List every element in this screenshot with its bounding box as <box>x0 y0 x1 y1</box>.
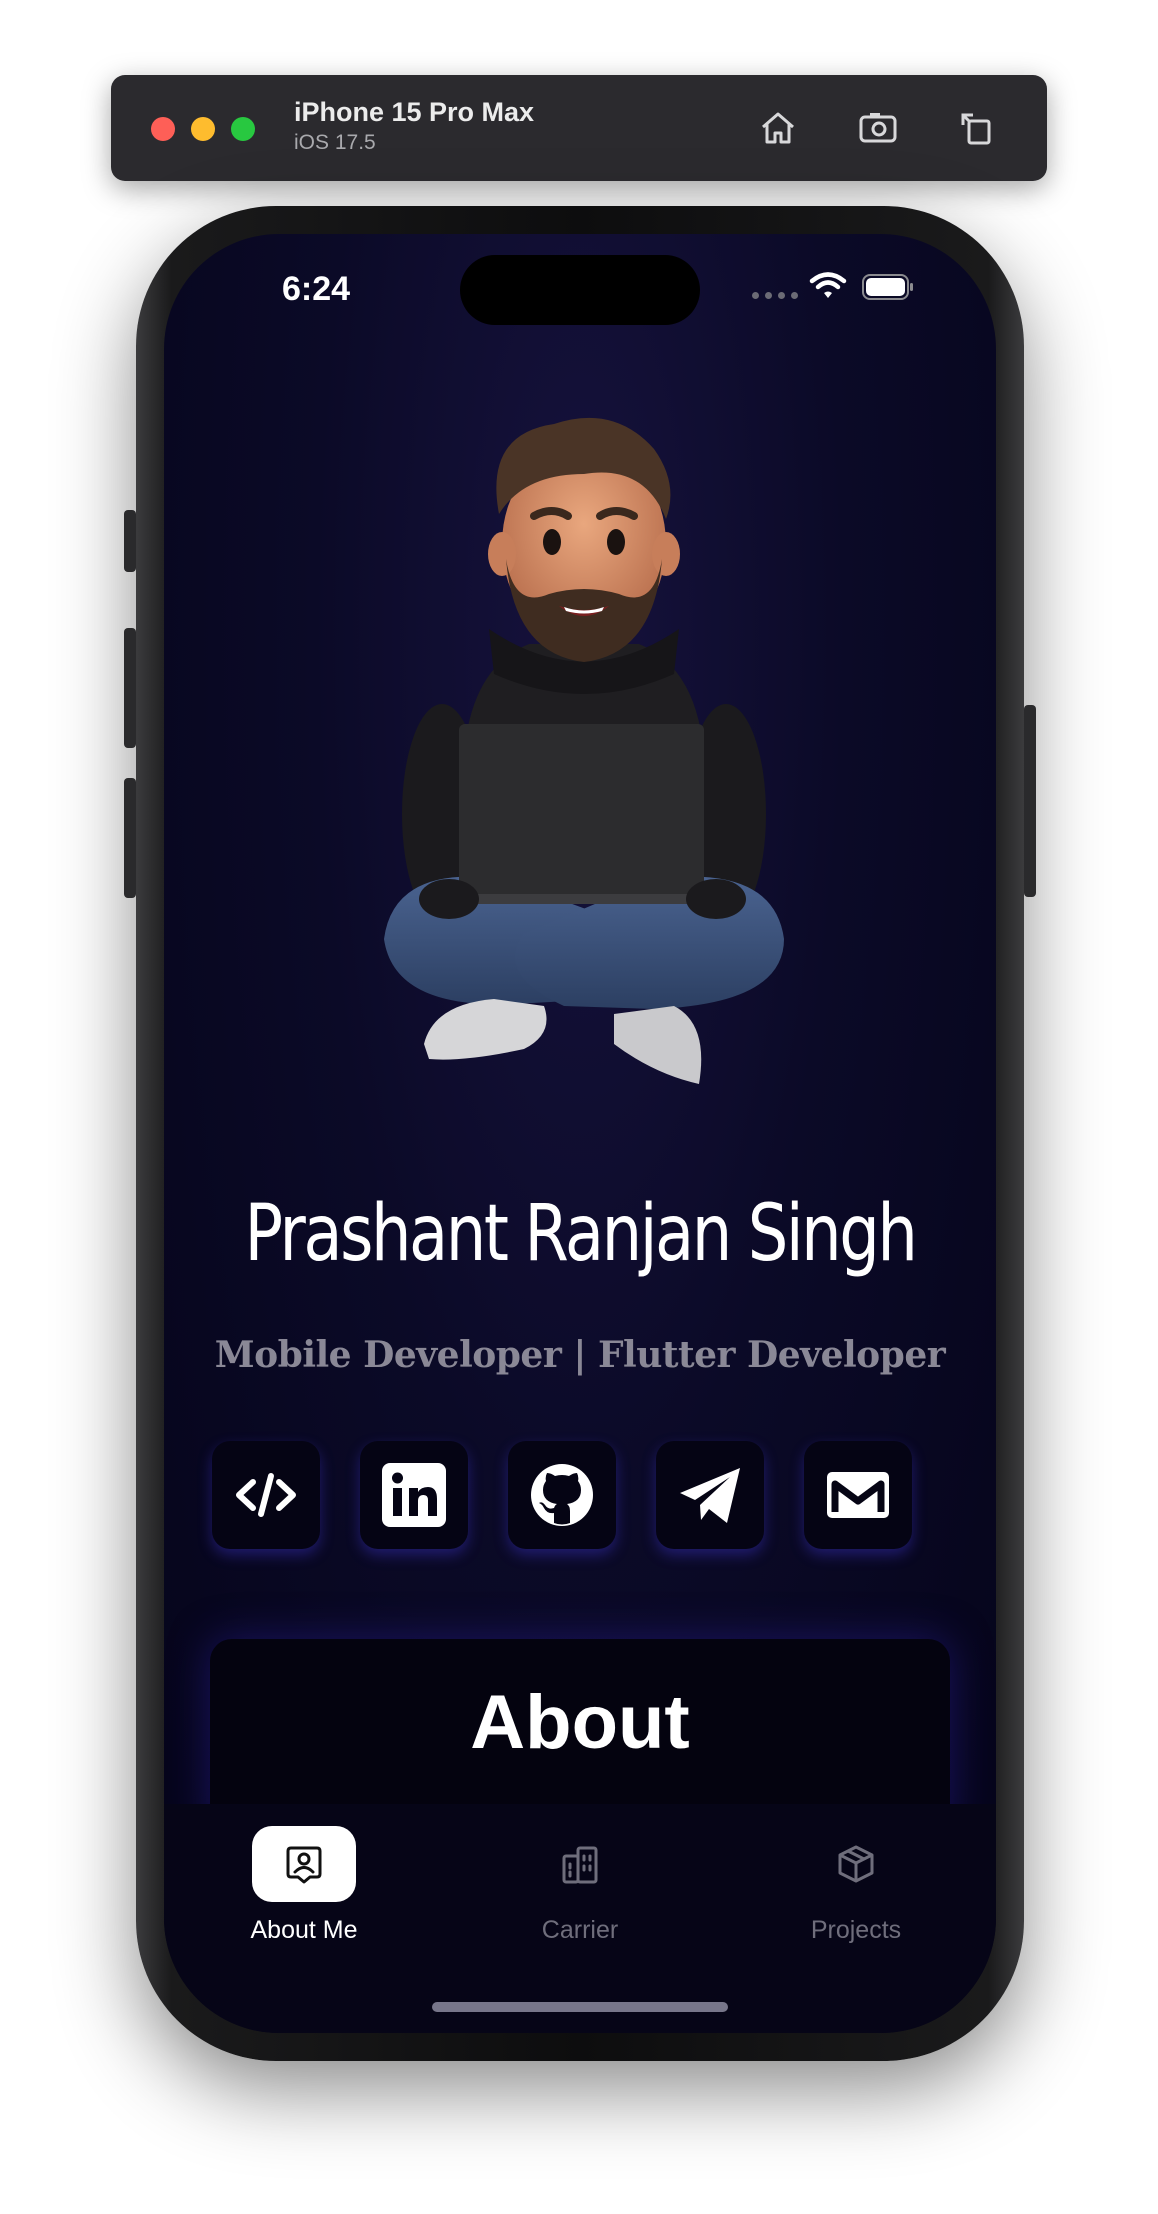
screenshot-icon <box>859 113 897 143</box>
github-icon <box>531 1464 593 1526</box>
box-icon <box>838 1845 874 1883</box>
battery-icon <box>862 274 913 300</box>
portfolio-link-button[interactable] <box>212 1441 320 1549</box>
close-window-button[interactable] <box>151 117 175 141</box>
linkedin-link-button[interactable] <box>360 1441 468 1549</box>
code-icon <box>236 1473 296 1517</box>
zoom-window-button[interactable] <box>231 117 255 141</box>
developer-avatar <box>384 417 784 1084</box>
github-link-button[interactable] <box>508 1441 616 1549</box>
home-button[interactable] <box>753 103 803 153</box>
nav-item-projects[interactable]: Projects <box>756 1804 956 1945</box>
nav-item-about-me[interactable]: About Me <box>204 1804 404 1945</box>
status-time: 6:24 <box>282 270 351 308</box>
nav-pill-about-me <box>252 1826 356 1902</box>
profile-name: Prashant Ranjan Singh <box>244 1189 918 1279</box>
dynamic-island <box>460 255 700 325</box>
volume-up-button <box>124 628 136 748</box>
home-icon <box>762 112 794 144</box>
building-icon <box>562 1846 598 1884</box>
profile-badge-icon <box>286 1846 322 1884</box>
wifi-icon <box>809 272 847 298</box>
app-screen: 6:24 Prashant Ranjan Singh Mobile Develo… <box>164 234 996 2033</box>
os-version: iOS 17.5 <box>294 131 376 154</box>
bottom-navigation: About Me Carrier Projects <box>164 1804 996 2033</box>
nav-label-about-me: About Me <box>250 1916 358 1944</box>
nav-pill-carrier <box>528 1826 632 1902</box>
device-name: iPhone 15 Pro Max <box>294 97 535 127</box>
nav-item-carrier[interactable]: Carrier <box>480 1804 680 1945</box>
about-title: About <box>470 1680 690 1765</box>
simulator-toolbar: iPhone 15 Pro Max iOS 17.5 <box>111 75 1047 181</box>
action-button <box>124 510 136 572</box>
screenshot-button[interactable] <box>853 103 903 153</box>
rotate-button[interactable] <box>951 103 1001 153</box>
telegram-icon <box>680 1468 740 1523</box>
linkedin-icon <box>382 1463 446 1527</box>
home-indicator[interactable] <box>432 2002 728 2012</box>
volume-down-button <box>124 778 136 898</box>
email-link-button[interactable] <box>804 1441 912 1549</box>
nav-label-carrier: Carrier <box>541 1916 619 1944</box>
telegram-link-button[interactable] <box>656 1441 764 1549</box>
profile-role: Mobile Developer | Flutter Developer <box>214 1334 946 1376</box>
nav-label-projects: Projects <box>810 1916 902 1944</box>
minimize-window-button[interactable] <box>191 117 215 141</box>
signal-dots <box>752 292 798 299</box>
rotate-icon <box>961 113 991 145</box>
social-links <box>212 1441 912 1549</box>
nav-pill-projects <box>804 1826 908 1902</box>
gmail-icon <box>827 1472 889 1518</box>
power-button <box>1024 705 1036 897</box>
